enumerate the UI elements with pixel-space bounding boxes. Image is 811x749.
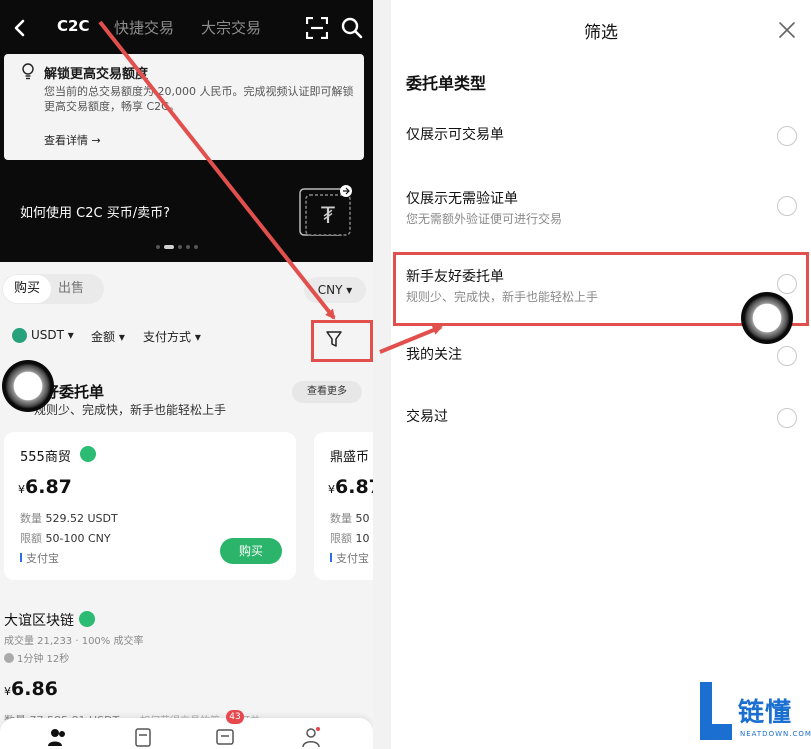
filter-option-tradable[interactable]: 仅展示可交易单 <box>391 118 811 158</box>
payment-method: 支付宝 <box>330 550 369 566</box>
carousel-dots[interactable] <box>156 245 198 249</box>
notice-title: 解锁更高交易额度 <box>44 67 149 82</box>
users-icon[interactable] <box>46 726 68 748</box>
amount-filter[interactable]: 金额 ▾ <box>91 328 125 345</box>
option-description: 您无需额外验证便可进行交易 <box>406 212 563 226</box>
response-time: 1分钟 12秒 <box>4 650 69 665</box>
currency-select[interactable]: CNY ▾ <box>304 277 366 303</box>
option-radio[interactable] <box>777 408 797 428</box>
filter-panel: 筛选 委托单类型 仅展示可交易单 仅展示无需验证单 您无需额外验证便可进行交易 … <box>391 0 811 749</box>
verified-badge-icon <box>80 446 96 462</box>
unread-badge: 43 <box>226 710 244 724</box>
filter-option-traded[interactable]: 交易过 <box>391 400 811 440</box>
sell-tab[interactable]: 出售 <box>58 275 84 303</box>
payment-filter[interactable]: 支付方式 ▾ <box>143 328 201 345</box>
close-icon[interactable] <box>779 22 795 38</box>
clock-icon <box>4 653 14 663</box>
panel-divider <box>373 0 391 749</box>
option-label: 交易过 <box>406 409 448 425</box>
promo-text[interactable]: 如何使用 C2C 买币/卖币? <box>20 202 170 221</box>
tab-block-trade[interactable]: 大宗交易 <box>201 17 261 38</box>
section-subtitle: 规则少、完成快，新手也能轻松上手 <box>34 403 227 417</box>
tab-c2c[interactable]: C2C <box>57 17 89 35</box>
merchant-name: 555商贸 <box>20 450 71 465</box>
touch-indicator <box>741 292 793 344</box>
payment-method: 支付宝 <box>20 550 59 566</box>
touch-indicator <box>2 360 54 412</box>
notice-description: 您当前的总交易额度为 20,000 人民币。完成视频认证即可解锁更高交易额度，畅… <box>44 85 354 113</box>
option-label: 仅展示可交易单 <box>406 127 504 143</box>
promo-illustration-icon: ₮ <box>299 185 352 236</box>
scan-icon[interactable] <box>306 17 328 39</box>
watermark-logo: 链懂 NEATDOWN.COM <box>698 680 811 746</box>
top-dark-area: C2C 快捷交易 大宗交易 解锁更高交易额度 您当前的总交易额度为 20,000… <box>0 0 373 262</box>
offer-card[interactable]: 鼎盛币 ¥6.87 数量 50 限额 10 支付宝 <box>314 432 373 580</box>
coin-select[interactable]: USDT ▾ <box>31 328 74 342</box>
offer-card[interactable]: 555商贸 ¥6.87 数量 529.52 USDT 限额 50-100 CNY… <box>4 432 296 580</box>
search-icon[interactable] <box>340 16 364 40</box>
buy-tab[interactable]: 购买 <box>3 275 51 303</box>
usdt-icon <box>12 328 27 343</box>
logo-mark-icon <box>700 682 732 740</box>
offer-price: ¥6.87 <box>18 476 72 498</box>
chat-icon[interactable] <box>214 726 236 748</box>
profile-icon[interactable] <box>300 726 322 748</box>
bottom-nav: 43 <box>0 710 373 749</box>
see-more-button[interactable]: 查看更多 <box>292 381 362 403</box>
offer-limit: 限额 50-100 CNY <box>20 532 111 545</box>
option-radio[interactable] <box>777 126 797 146</box>
option-label: 仅展示无需验证单 <box>406 191 518 207</box>
lightbulb-icon <box>22 63 34 80</box>
left-screen: C2C 快捷交易 大宗交易 解锁更高交易额度 您当前的总交易额度为 20,000… <box>0 0 373 749</box>
panel-title: 筛选 <box>584 23 618 43</box>
option-radio[interactable] <box>777 196 797 216</box>
option-radio[interactable] <box>777 346 797 366</box>
offer-quantity: 数量 529.52 USDT <box>20 512 118 525</box>
verified-badge-icon <box>79 611 95 627</box>
offer-quantity: 数量 50 <box>330 512 370 525</box>
view-details-link[interactable]: 查看详情 → <box>44 132 101 148</box>
filter-option-following[interactable]: 我的关注 <box>391 338 811 378</box>
orders-icon[interactable] <box>132 726 154 748</box>
trade-bar: 购买 出售 CNY ▾ <box>0 268 373 308</box>
tab-quick-trade[interactable]: 快捷交易 <box>114 17 174 38</box>
highlight-box <box>311 320 373 362</box>
svg-text:₮: ₮ <box>321 204 335 229</box>
limit-notice-card: 解锁更高交易额度 您当前的总交易额度为 20,000 人民币。完成视频认证即可解… <box>4 54 364 160</box>
trade-stats: 成交量 21,233 · 100% 成交率 <box>4 636 144 647</box>
merchant-name: 鼎盛币 <box>330 450 370 465</box>
offer-price: ¥6.86 <box>4 678 58 700</box>
merchant-name: 大谊区块链 <box>4 613 74 629</box>
filter-option-no-verification[interactable]: 仅展示无需验证单 您无需额外验证便可进行交易 <box>391 182 811 232</box>
offer-price: ¥6.87 <box>328 476 373 498</box>
section-title: 委托单类型 <box>406 74 487 93</box>
back-arrow-icon[interactable] <box>8 16 32 40</box>
option-label: 我的关注 <box>406 347 462 363</box>
offer-limit: 限额 10 <box>330 532 370 545</box>
buy-button[interactable]: 购买 <box>220 538 282 564</box>
brand-domain: NEATDOWN.COM <box>740 730 811 738</box>
buy-sell-toggle[interactable]: 购买 出售 <box>2 274 104 304</box>
brand-name: 链懂 <box>738 698 793 728</box>
